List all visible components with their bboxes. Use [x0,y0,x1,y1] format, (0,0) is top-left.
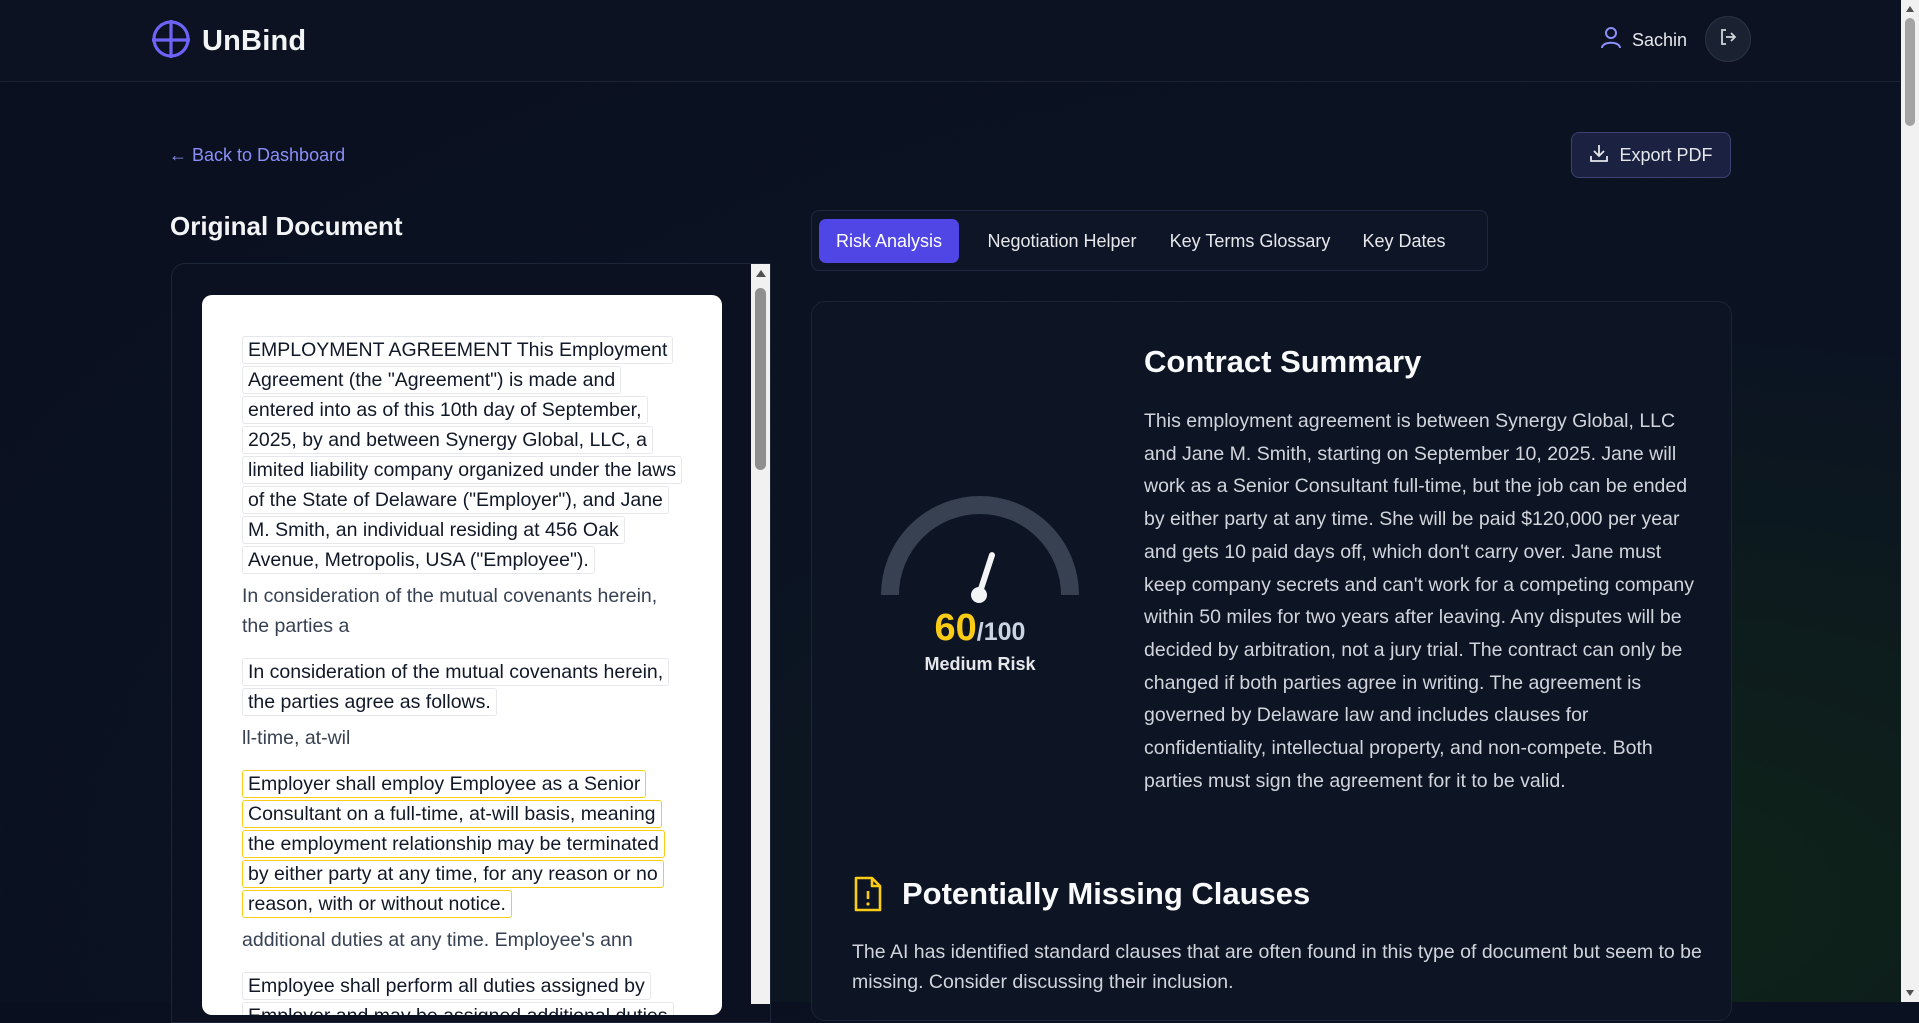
risk-score: 60/100 [880,607,1080,650]
clause-segment[interactable]: In consideration of the mutual covenants… [242,658,670,716]
scrollbar-thumb[interactable] [1905,18,1915,126]
app-name: UnBind [202,25,307,57]
tab-negotiation-helper[interactable]: Negotiation Helper [974,219,1150,263]
clause-segment[interactable]: EMPLOYMENT AGREEMENT This Employment Agr… [242,336,683,574]
globe-logo-icon [150,18,192,65]
download-icon [1589,143,1609,168]
user-menu[interactable]: Sachin [1600,26,1687,55]
risk-level-label: Medium Risk [924,654,1036,674]
user-name: Sachin [1632,30,1688,50]
clause-preview: ll-time, at-wil [242,727,351,749]
document-clause[interactable]: EMPLOYMENT AGREEMENT This Employment Agr… [242,335,683,575]
missing-clauses-text: The AI has identified standard clauses t… [852,941,1702,993]
analysis-tabs: Risk Analysis Negotiation Helper Key Ter… [811,210,1488,271]
logout-icon [1718,27,1738,52]
tab-risk-analysis[interactable]: Risk Analysis [819,219,959,263]
risk-score-max: /100 [976,618,1026,646]
original-document-title: Original Document [170,211,403,241]
contract-summary-title: Contract Summary [1144,344,1422,379]
file-warning-icon [852,876,884,917]
page-scrollbar[interactable] [1901,0,1919,1002]
document-scrollbar[interactable] [751,264,770,1004]
document-clause[interactable]: Employee shall perform all duties assign… [242,971,682,1015]
gauge-pivot [971,587,987,603]
scroll-up-arrow[interactable] [1906,6,1914,12]
clause-preview: In consideration of the mutual covenants… [242,585,658,637]
doc-scroll-up-arrow[interactable] [756,270,766,277]
tab-key-terms-glossary[interactable]: Key Terms Glossary [1164,219,1336,263]
scroll-down-arrow[interactable] [1906,990,1914,996]
document-clause[interactable]: In consideration of the mutual covenants… [242,657,682,717]
logout-button[interactable] [1705,16,1751,62]
export-pdf-label: Export PDF [1619,144,1713,165]
document-clause-highlighted[interactable]: Employer shall employ Employee as a Seni… [242,769,682,919]
contract-summary-text: This employment agreement is between Syn… [1144,410,1694,792]
clause-segment[interactable]: Employee shall perform all duties assign… [242,972,674,1015]
tab-key-dates[interactable]: Key Dates [1350,219,1458,263]
clause-segment-highlighted[interactable]: Employer shall employ Employee as a Seni… [242,770,665,918]
risk-score-value: 60 [934,607,977,649]
clause-preview: additional duties at any time. Employee'… [242,929,633,951]
user-icon [1600,26,1622,55]
document-text: EMPLOYMENT AGREEMENT This Employment Agr… [242,335,683,1015]
app-logo[interactable]: UnBind [150,18,306,65]
top-header: UnBind Sachin [0,0,1900,82]
document-page: EMPLOYMENT AGREEMENT This Employment Agr… [202,295,722,1015]
export-pdf-button[interactable]: Export PDF [1571,132,1731,178]
doc-scrollbar-thumb[interactable] [755,288,766,470]
back-to-dashboard-link[interactable]: ← Back to Dashboard [169,145,345,166]
risk-gauge [878,495,1082,615]
missing-clauses-title: Potentially Missing Clauses [902,876,1311,911]
